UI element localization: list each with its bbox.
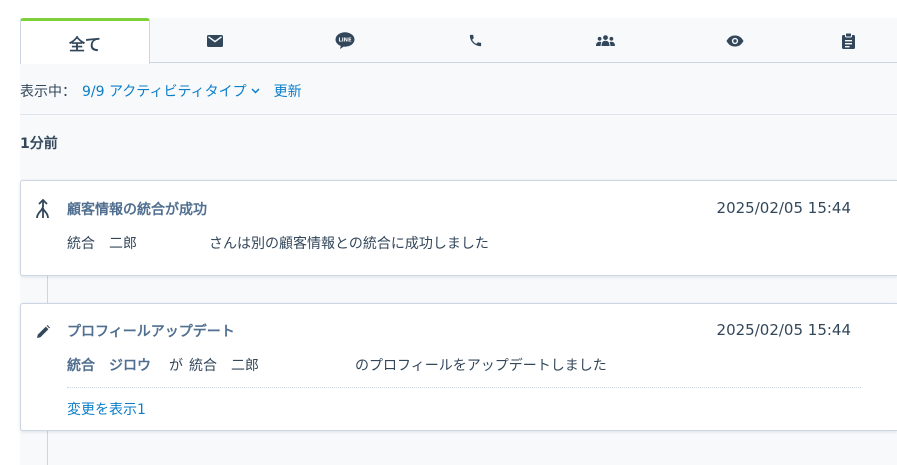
activity-body: 統合 ジロウ が統合 二郎 のプロフィールをアップデートしました: [67, 355, 607, 375]
activity-body: 統合 二郎 さんは別の顧客情報との統合に成功しました: [67, 233, 489, 253]
tab-all[interactable]: 全て: [20, 18, 150, 64]
tab-tasks[interactable]: [800, 18, 897, 63]
filter-divider: [20, 114, 897, 115]
show-changes-link[interactable]: 変更を表示1: [67, 399, 146, 419]
activity-message: のプロフィールをアップデートしました: [355, 358, 607, 374]
email-icon: [207, 34, 223, 47]
activity-panel: 全て LINE 表示中： 9/9 アクティビティタイプ 更新 1分前 顧客情報の…: [20, 18, 897, 465]
card-divider: [67, 387, 861, 388]
activity-title: プロフィールアップデート: [67, 324, 235, 340]
tab-meeting[interactable]: [540, 18, 670, 63]
activity-type-filter[interactable]: 9/9 アクティビティタイプ: [82, 81, 247, 101]
showing-label: 表示中：: [20, 84, 76, 100]
tab-line[interactable]: LINE: [280, 18, 410, 63]
actor-name: 統合 ジロウ: [67, 358, 151, 374]
refresh-link[interactable]: 更新: [274, 81, 302, 101]
activity-timestamp: 2025/02/05 15:44: [716, 321, 851, 339]
activity-message: さんは別の顧客情報との統合に成功しました: [209, 236, 489, 252]
line-icon: LINE: [335, 32, 355, 49]
connector-text: が: [169, 358, 183, 374]
activity-card-profile-update: プロフィールアップデート 2025/02/05 15:44 統合 ジロウ が統合 …: [20, 303, 897, 431]
activity-filter-row: 表示中： 9/9 アクティビティタイプ 更新: [20, 78, 302, 104]
tab-email[interactable]: [150, 18, 280, 63]
tab-call[interactable]: [410, 18, 540, 63]
contact-name: 統合 二郎: [67, 236, 137, 252]
view-icon: [726, 35, 744, 46]
task-icon: [842, 32, 855, 49]
chevron-down-icon[interactable]: [251, 88, 260, 94]
merge-icon: [36, 198, 50, 223]
tab-views[interactable]: [670, 18, 800, 63]
contact-name: 統合 二郎: [189, 358, 259, 374]
activity-timestamp: 2025/02/05 15:44: [716, 199, 851, 217]
pencil-icon: [36, 324, 50, 343]
phone-icon: [469, 34, 481, 47]
activity-card-merge: 顧客情報の統合が成功 2025/02/05 15:44 統合 二郎 さんは別の顧客…: [20, 180, 897, 276]
activity-tabs: 全て LINE: [20, 18, 897, 64]
tab-all-label: 全て: [68, 34, 101, 54]
svg-text:LINE: LINE: [338, 38, 352, 44]
activity-title: 顧客情報の統合が成功: [67, 202, 207, 218]
meeting-icon: [595, 35, 615, 46]
time-group-heading: 1分前: [20, 136, 58, 152]
